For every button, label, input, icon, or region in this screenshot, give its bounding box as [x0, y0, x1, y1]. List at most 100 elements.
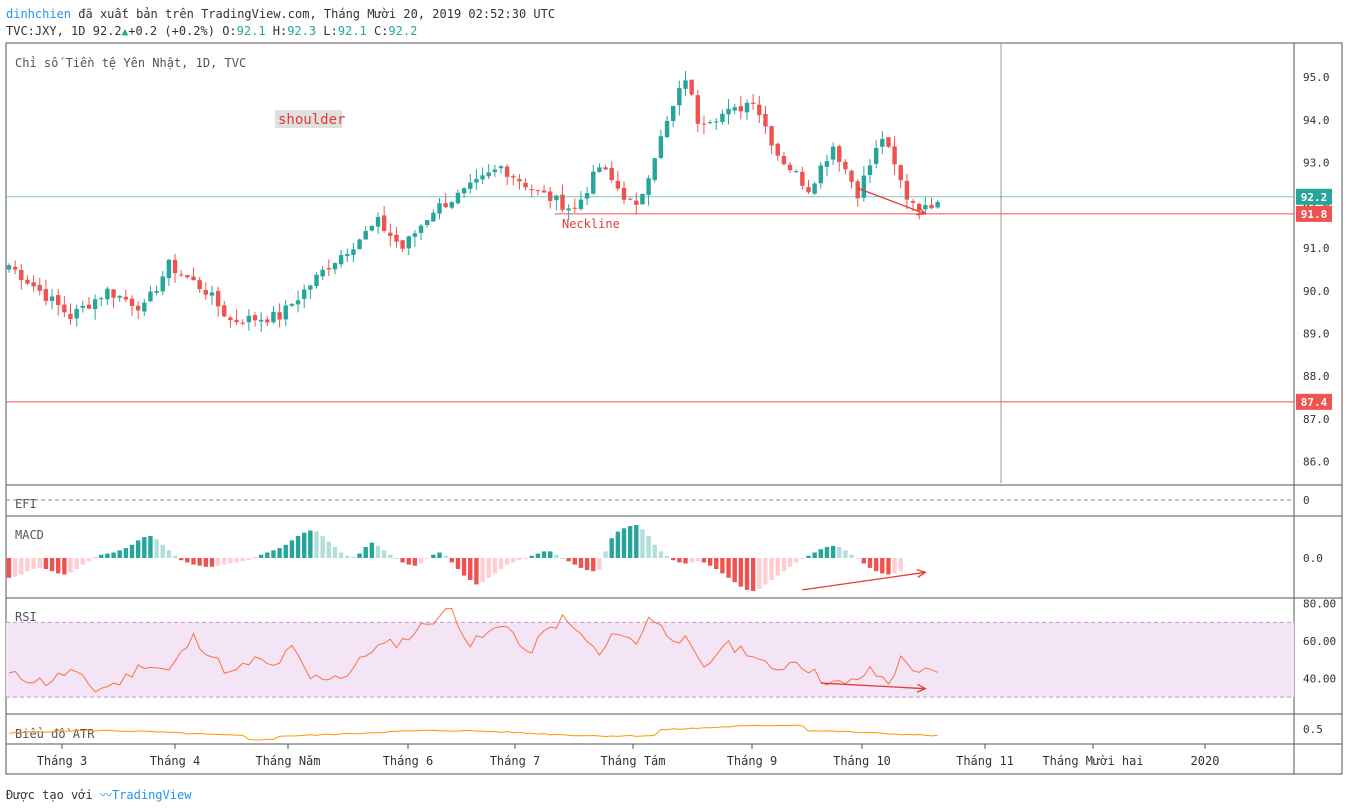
- macd-histogram-bar: [62, 558, 67, 575]
- macd-histogram-bar: [320, 536, 325, 558]
- candle-body: [6, 265, 12, 270]
- candle-body: [837, 146, 842, 162]
- macd-histogram-bar: [757, 558, 762, 589]
- tradingview-brand[interactable]: TradingView: [112, 788, 191, 802]
- candle-body: [461, 188, 467, 194]
- chart-area[interactable]: Chỉ số Tiền tệ Yên Nhật, 1D, TVC EFI MAC…: [0, 0, 1348, 811]
- macd-histogram-bar: [252, 556, 258, 558]
- candle-body: [898, 165, 903, 181]
- macd-histogram-bar: [701, 558, 707, 563]
- macd-histogram-bar: [142, 537, 147, 558]
- macd-histogram-bar: [363, 547, 368, 558]
- macd-histogram-bar: [677, 558, 682, 563]
- candle-body: [92, 299, 98, 310]
- candle-body: [443, 203, 448, 208]
- macd-histogram-bar: [123, 548, 129, 558]
- macd-histogram-bar: [843, 550, 848, 558]
- candle-body: [154, 291, 159, 293]
- macd-histogram-bar: [794, 558, 799, 563]
- candle-body: [418, 225, 424, 233]
- time-axis-label: Tháng 11: [956, 754, 1014, 768]
- candle-body: [689, 79, 694, 95]
- candle-body: [381, 215, 387, 231]
- candle-body: [886, 137, 891, 147]
- macd-histogram-bar: [627, 526, 633, 558]
- macd-histogram-bar: [443, 555, 448, 558]
- candle-body: [197, 280, 202, 290]
- macd-histogram-bar: [548, 551, 553, 558]
- candle-body: [357, 239, 362, 250]
- macd-histogram-bar: [498, 558, 504, 569]
- macd-histogram-bar: [720, 558, 725, 574]
- macd-histogram-bar: [750, 558, 756, 591]
- macd-histogram-bar: [658, 551, 664, 558]
- macd-histogram-bar: [818, 549, 823, 558]
- candle-body: [800, 171, 805, 186]
- price-tick-label: 91.0: [1303, 242, 1330, 255]
- macd-histogram-bar: [80, 558, 85, 565]
- candle-body: [511, 176, 516, 178]
- macd-histogram-bar: [6, 558, 12, 578]
- candle-body: [289, 303, 295, 306]
- candle-body: [31, 282, 36, 287]
- candle-body: [375, 216, 381, 227]
- macd-histogram-bar: [615, 531, 621, 558]
- tradingview-logo-icon[interactable]: 〰: [100, 788, 112, 802]
- candle-body: [25, 279, 30, 284]
- macd-histogram-bar: [769, 558, 774, 580]
- macd-histogram-bar: [265, 552, 270, 558]
- macd-histogram-bar: [449, 558, 454, 563]
- candle-body: [486, 172, 491, 177]
- macd-histogram-bar: [166, 550, 172, 558]
- macd-histogram-bar: [234, 558, 239, 563]
- macd-histogram-bar: [824, 547, 830, 558]
- macd-histogram-bar: [375, 545, 381, 558]
- macd-histogram-bar: [425, 558, 430, 560]
- candle-body: [548, 191, 553, 202]
- candle-body: [517, 178, 522, 182]
- macd-histogram-bar: [517, 558, 522, 561]
- candle-body: [714, 121, 719, 123]
- macd-histogram-bar: [314, 531, 319, 558]
- macd-histogram-bar: [714, 558, 719, 569]
- candle-body: [504, 166, 510, 177]
- macd-histogram-bar: [726, 558, 731, 578]
- candle-body: [615, 180, 621, 189]
- macd-histogram-bar: [683, 558, 688, 564]
- candle-body: [246, 315, 252, 323]
- macd-histogram-bar: [486, 558, 491, 578]
- macd-histogram-bar: [689, 558, 694, 563]
- time-axis-label: Tháng 3: [37, 754, 88, 768]
- candle-body: [345, 254, 350, 256]
- macd-histogram-bar: [892, 558, 897, 574]
- candle-body: [425, 220, 430, 225]
- shoulder-annotation: shoulder: [278, 112, 345, 128]
- candle-body: [738, 106, 744, 112]
- macd-histogram-bar: [240, 558, 245, 562]
- candle-body: [529, 189, 534, 191]
- candle-body: [302, 289, 307, 299]
- macd-histogram-bar: [480, 558, 485, 583]
- candle-body: [394, 234, 399, 242]
- candle-body: [652, 158, 657, 180]
- macd-histogram-bar: [504, 558, 510, 565]
- neckline-annotation: Neckline: [562, 217, 620, 231]
- candle-body: [320, 269, 325, 277]
- candle-body: [271, 311, 276, 323]
- macd-histogram-bar: [560, 558, 565, 559]
- candle-body: [498, 166, 504, 169]
- candle-body: [732, 107, 737, 111]
- candle-body: [707, 122, 713, 124]
- candle-body: [388, 232, 393, 236]
- candle-body: [437, 203, 442, 214]
- atr-label: Biểu đồ ATR: [15, 727, 95, 741]
- macd-histogram-bar: [357, 553, 362, 558]
- candle-body: [431, 212, 436, 222]
- candle-body: [129, 298, 135, 307]
- macd-histogram-bar: [295, 536, 301, 558]
- candle-body: [923, 205, 928, 210]
- macd-histogram-bar: [12, 558, 18, 577]
- candle-body: [775, 143, 780, 156]
- price-tick-label: 86.0: [1303, 456, 1330, 469]
- macd-histogram-bar: [185, 558, 190, 563]
